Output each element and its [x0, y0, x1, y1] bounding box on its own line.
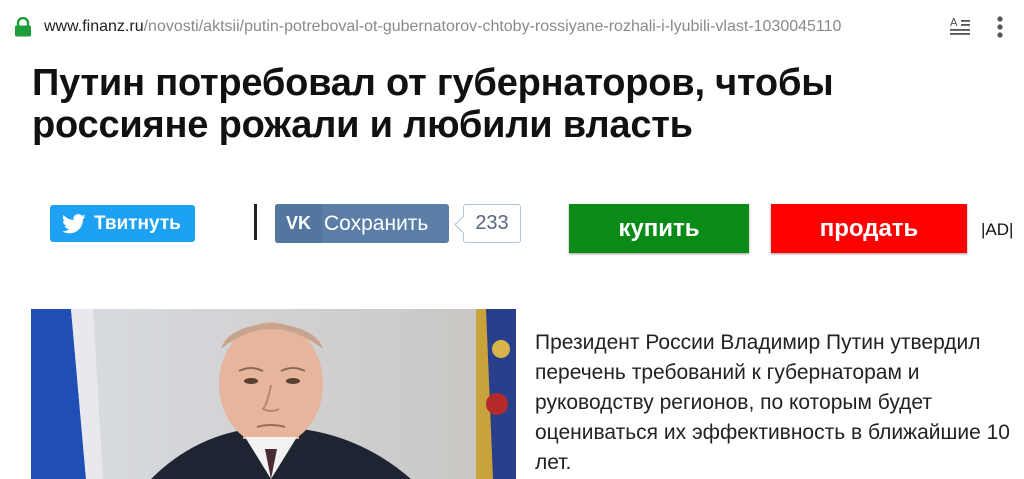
vk-logo-icon: VK: [275, 204, 322, 243]
share-divider: [254, 204, 257, 240]
twitter-share-button[interactable]: Твитнуть: [50, 205, 195, 242]
article-title: Путин потребовал от губернаторов, чтобы …: [32, 62, 834, 146]
more-vert-icon[interactable]: [990, 14, 1010, 40]
ad-label: |AD|: [981, 220, 1014, 239]
svg-text:A: A: [950, 16, 958, 29]
buy-button[interactable]: купить: [569, 204, 749, 253]
twitter-share-label: Твитнуть: [94, 212, 181, 234]
twitter-bird-icon: [62, 213, 86, 233]
article-lead: Президент России Владимир Путин утвердил…: [535, 331, 1010, 474]
url-text[interactable]: www.finanz.ru/novosti/aktsii/putin-potre…: [44, 17, 841, 37]
lock-icon: [15, 17, 31, 37]
url-path: /novosti/aktsii/putin-potreboval-ot-gube…: [143, 18, 842, 35]
article-photo: [31, 309, 516, 479]
putin-portrait-image: [31, 309, 516, 479]
browser-address-bar[interactable]: www.finanz.ru/novosti/aktsii/putin-potre…: [0, 0, 1024, 56]
vk-save-label: Сохранить: [324, 211, 429, 235]
reader-mode-icon[interactable]: A: [948, 15, 972, 39]
vk-share-counter: 233: [463, 204, 521, 243]
vk-save-button[interactable]: VK Сохранить: [275, 204, 449, 243]
sell-button[interactable]: продать: [771, 204, 967, 253]
url-host: www.finanz.ru: [44, 18, 144, 35]
